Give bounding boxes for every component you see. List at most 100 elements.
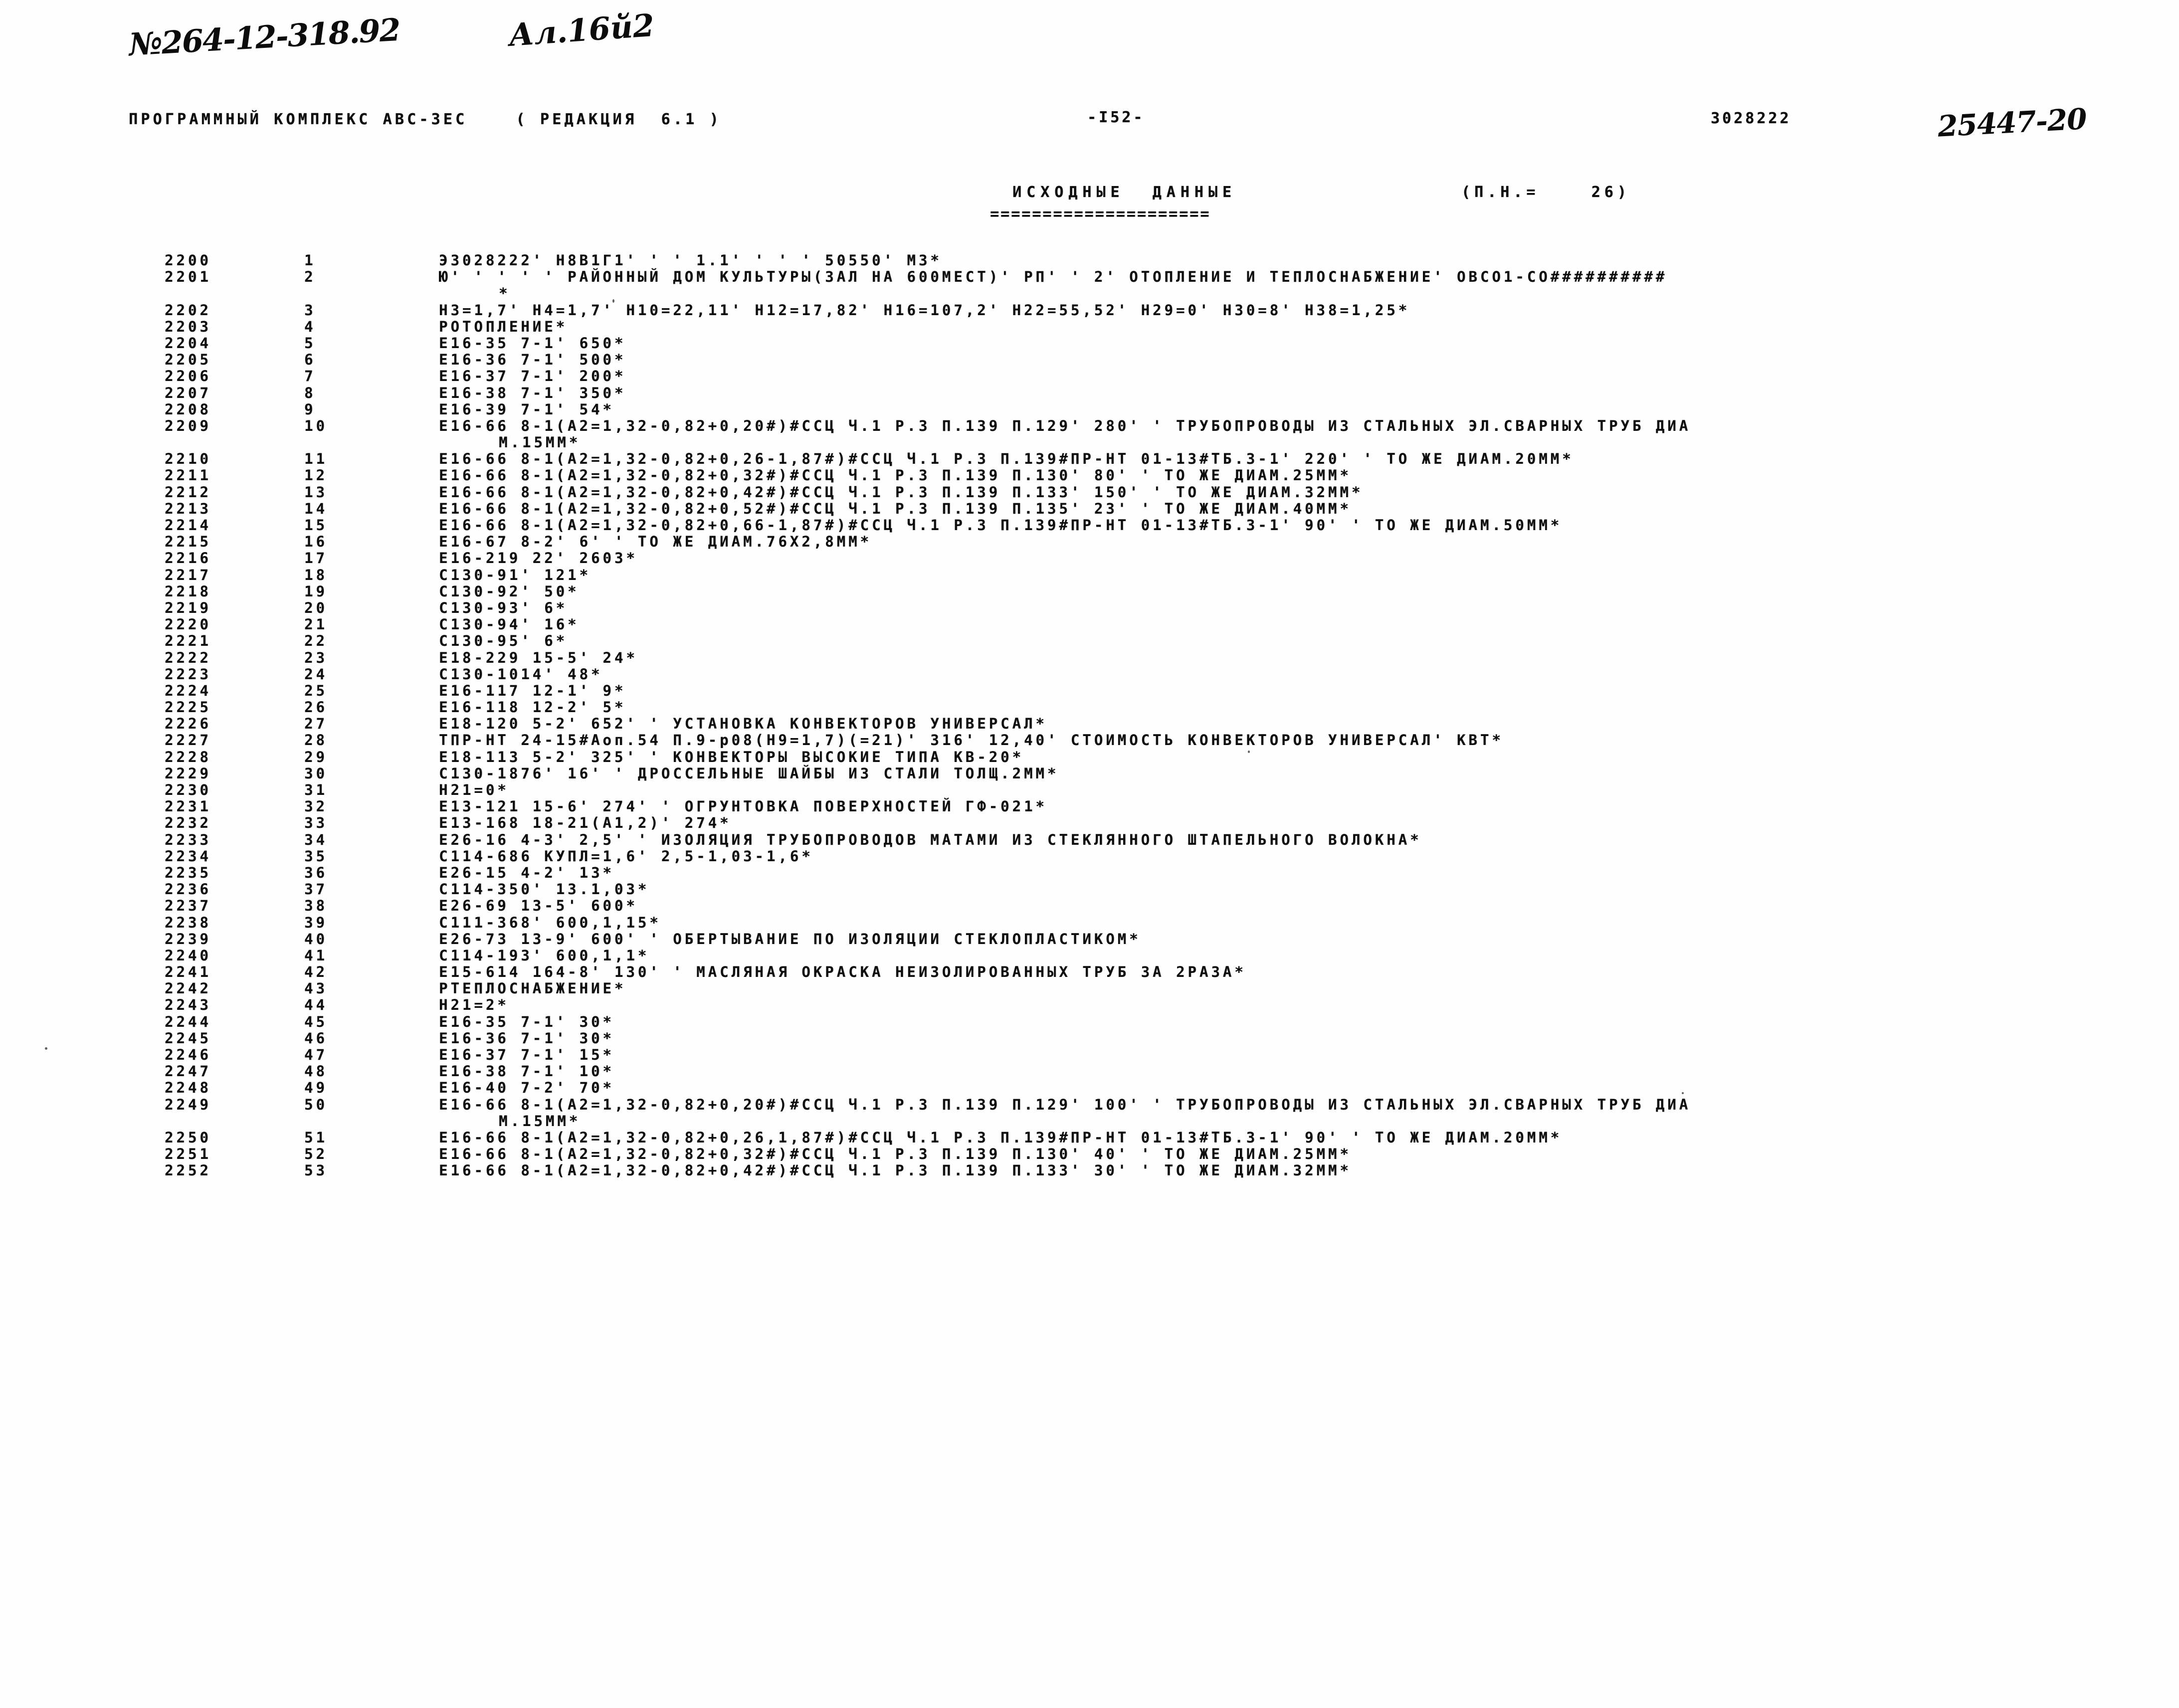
- row-sequence-number: 20: [304, 599, 328, 616]
- row-sequence-number: 1: [304, 252, 316, 269]
- row-data-line: С130-1014' 48*: [439, 665, 603, 683]
- data-listing: 2200 1 Э3028222' Н8В1Г1' ' ' 1.1' ' ' ' 50…: [0, 252, 2179, 1179]
- listing-row: 2250 51 Е16-66 8-1(А2=1,32-0,82+0,26,1,87#…: [0, 1129, 2179, 1146]
- row-sequence-number: 2: [304, 268, 316, 286]
- scan-speck: [45, 1047, 47, 1050]
- row-address: 2206: [165, 368, 211, 385]
- position-number-label: (П.Н.= 26): [1461, 184, 1630, 201]
- row-address: 2247: [165, 1063, 211, 1080]
- listing-row: 2221 22 С130-95' 6*: [0, 633, 2179, 649]
- row-sequence-number: 8: [304, 384, 316, 401]
- row-sequence-number: 53: [304, 1162, 328, 1179]
- handwritten-sheet-label: Ал.16й2: [507, 6, 656, 54]
- listing-row: 2218 19 С130-92' 50*: [0, 583, 2179, 600]
- row-continuation-line: *: [499, 285, 511, 302]
- row-address: 2252: [165, 1162, 211, 1179]
- row-address: 2212: [165, 483, 211, 501]
- row-data-line: С114-350' 13.1,03*: [439, 881, 650, 898]
- row-address: 2249: [165, 1096, 211, 1113]
- row-address: 2214: [165, 517, 211, 534]
- row-address: 2242: [165, 980, 211, 997]
- row-data-line: Е16-66 8-1(А2=1,32-0,82+0,52#)#ССЦ Ч.1 Р…: [439, 500, 1352, 517]
- row-address: 2223: [165, 665, 211, 683]
- row-sequence-number: 46: [304, 1029, 328, 1047]
- row-sequence-number: 13: [304, 483, 328, 501]
- row-data-line: Е16-38 7-1' 350*: [439, 384, 626, 401]
- listing-row: 2229 30 С130-1876' 16' ' ДРОССЕЛЬНЫЕ ШАЙБЫ…: [0, 765, 2179, 782]
- listing-row: 2213 14 Е16-66 8-1(А2=1,32-0,82+0,52#)#ССЦ…: [0, 500, 2179, 517]
- row-data-line: Н21=0*: [439, 781, 509, 799]
- row-data-line: Е16-66 8-1(А2=1,32-0,82+0,20#)#ССЦ Ч.1 Р…: [439, 1096, 1691, 1113]
- row-address: 2238: [165, 914, 211, 931]
- row-address: 2219: [165, 599, 211, 616]
- row-data-line: Е16-66 8-1(А2=1,32-0,82+0,32#)#ССЦ Ч.1 Р…: [439, 467, 1352, 484]
- row-sequence-number: 52: [304, 1145, 328, 1163]
- row-data-line: Е16-39 7-1' 54*: [439, 400, 614, 418]
- row-address: 2248: [165, 1079, 211, 1097]
- row-data-line: Н21=2*: [439, 996, 509, 1014]
- listing-row: 2226 27 Е18-120 5-2' 652' ' УСТАНОВКА КОНВ…: [0, 716, 2179, 732]
- row-sequence-number: 41: [304, 947, 328, 964]
- listing-row: 2234 35 С114-686 КУПЛ=1,6' 2,5-1,03-1,6*: [0, 848, 2179, 865]
- row-sequence-number: 44: [304, 996, 328, 1014]
- row-sequence-number: 36: [304, 864, 328, 881]
- row-sequence-number: 7: [304, 368, 316, 385]
- row-sequence-number: 24: [304, 665, 328, 683]
- row-sequence-number: 26: [304, 699, 328, 716]
- listing-row: 2246 47 Е16-37 7-1' 15*: [0, 1046, 2179, 1063]
- row-address: 2207: [165, 384, 211, 401]
- row-sequence-number: 15: [304, 517, 328, 534]
- row-sequence-number: 17: [304, 550, 328, 567]
- row-address: 2229: [165, 764, 211, 782]
- row-continuation-line: М.15ММ*: [499, 434, 581, 451]
- row-address: 2251: [165, 1145, 211, 1163]
- row-address: 2250: [165, 1129, 211, 1146]
- listing-row: 2249 50 Е16-66 8-1(А2=1,32-0,82+0,20#)#ССЦ…: [0, 1096, 2179, 1130]
- listing-row: 2238 39 С111-368' 600,1,15*: [0, 914, 2179, 931]
- row-address: 2231: [165, 798, 211, 815]
- row-sequence-number: 23: [304, 649, 328, 666]
- listing-row: 2201 2 Ю' ' ' ' ' РАЙОННЫЙ ДОМ КУЛЬТУРЫ(ЗА…: [0, 268, 2179, 302]
- row-sequence-number: 27: [304, 715, 328, 733]
- row-address: 2233: [165, 831, 211, 848]
- row-data-line: ТПР-НТ 24-15#Аоп.54 П.9-р08(Н9=1,7)(=21)…: [439, 732, 1504, 749]
- row-data-line: Е16-66 8-1(А2=1,32-0,82+0,42#)#ССЦ Ч.1 Р…: [439, 483, 1364, 501]
- listing-row: 2204 5 Е16-35 7-1' 650*: [0, 335, 2179, 352]
- row-data-line: РОТОПЛЕНИЕ*: [439, 318, 568, 335]
- row-address: 2230: [165, 781, 211, 799]
- row-sequence-number: 16: [304, 533, 328, 551]
- row-sequence-number: 19: [304, 582, 328, 600]
- row-sequence-number: 49: [304, 1079, 328, 1097]
- row-sequence-number: 45: [304, 1013, 328, 1030]
- row-data-line: С114-686 КУПЛ=1,6' 2,5-1,03-1,6*: [439, 847, 813, 865]
- listing-row: 2200 1 Э3028222' Н8В1Г1' ' ' 1.1' ' ' ' 50…: [0, 252, 2179, 269]
- program-complex-header: ПРОГРАММНЫЙ КОМПЛЕКС АВС-3ЕС ( РЕДАКЦИЯ …: [129, 111, 722, 128]
- row-address: 2208: [165, 400, 211, 418]
- row-sequence-number: 29: [304, 748, 328, 765]
- listing-row: 2202 3 Н3=1,7' Н4=1,7' Н10=22,11' Н12=17,8…: [0, 302, 2179, 319]
- row-sequence-number: 50: [304, 1096, 328, 1113]
- listing-row: 2239 40 Е26-73 13-9' 600' ' ОБЕРТЫВАНИЕ ПО…: [0, 931, 2179, 948]
- listing-row: 2215 16 Е16-67 8-2' 6' ' ТО ЖЕ ДИАМ.76Х2,8…: [0, 534, 2179, 550]
- row-address: 2211: [165, 467, 211, 484]
- row-data-line: С130-95' 6*: [439, 632, 568, 650]
- row-data-line: Е16-66 8-1(А2=1,32-0,82+0,32#)#ССЦ Ч.1 Р…: [439, 1145, 1352, 1163]
- row-data-line: С130-92' 50*: [439, 582, 580, 600]
- row-data-line: Е16-67 8-2' 6' ' ТО ЖЕ ДИАМ.76Х2,8ММ*: [439, 533, 872, 551]
- row-sequence-number: 18: [304, 566, 328, 583]
- row-data-line: Е26-15 4-2' 13*: [439, 864, 614, 881]
- row-address: 2234: [165, 847, 211, 865]
- listing-row: 2244 45 Е16-35 7-1' 30*: [0, 1013, 2179, 1030]
- row-address: 2237: [165, 897, 211, 915]
- row-data-line: С114-193' 600,1,1*: [439, 947, 650, 964]
- scan-speck: [1248, 751, 1250, 753]
- listing-row: 2217 18 С130-91' 121*: [0, 567, 2179, 583]
- listing-row: 2232 33 Е13-168 18-21(А1,2)' 274*: [0, 815, 2179, 831]
- row-sequence-number: 3: [304, 301, 316, 319]
- row-data-line: Е26-73 13-9' 600' ' ОБЕРТЫВАНИЕ ПО ИЗОЛЯ…: [439, 930, 1141, 948]
- listing-row: 2216 17 Е16-219 22' 2603*: [0, 550, 2179, 567]
- row-sequence-number: 48: [304, 1063, 328, 1080]
- row-sequence-number: 33: [304, 814, 328, 832]
- row-data-line: Е16-117 12-1' 9*: [439, 682, 626, 699]
- row-data-line: Е18-113 5-2' 325' ' КОНВЕКТОРЫ ВЫСОКИЕ Т…: [439, 748, 1024, 765]
